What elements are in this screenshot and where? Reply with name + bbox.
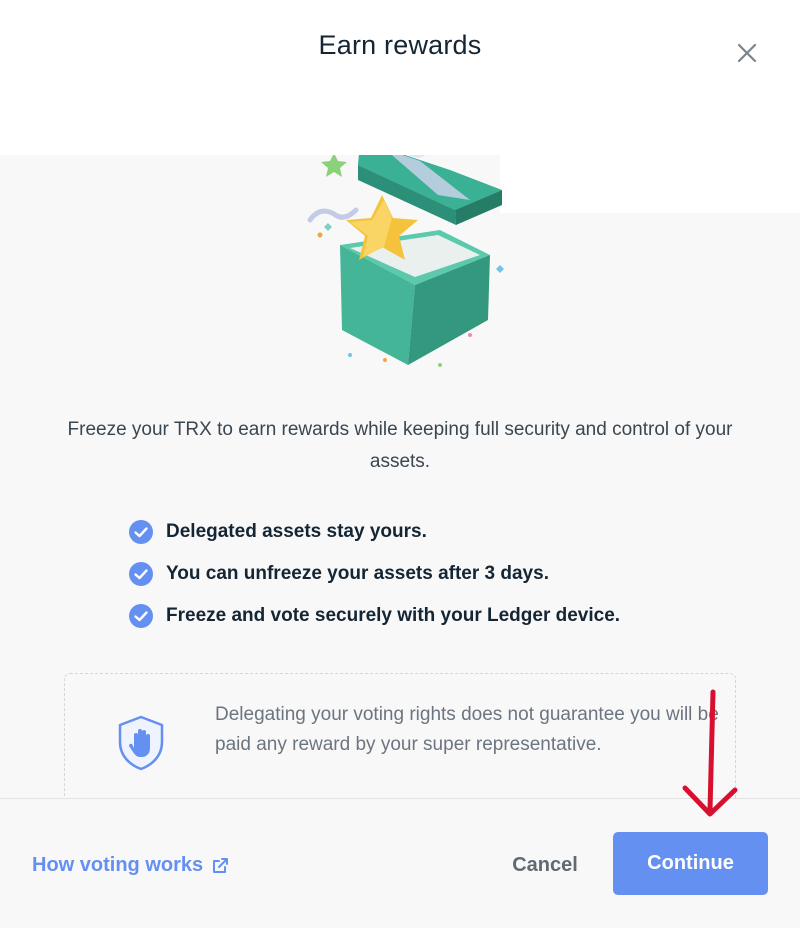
continue-button[interactable]: Continue xyxy=(613,832,768,895)
benefits-list: Delegated assets stay yours. You can unf… xyxy=(128,511,620,637)
modal-header: Earn rewards xyxy=(0,0,800,155)
disclaimer-text: Delegating your voting rights does not g… xyxy=(215,704,719,755)
modal-body: Freeze your TRX to earn rewards while ke… xyxy=(0,155,800,800)
body-top-notch xyxy=(500,155,800,213)
how-voting-works-link[interactable]: How voting works xyxy=(32,854,229,877)
list-item: Delegated assets stay yours. xyxy=(128,511,620,553)
check-circle-icon xyxy=(129,520,153,544)
cancel-button[interactable]: Cancel xyxy=(502,837,588,893)
check-circle-icon xyxy=(129,604,153,628)
close-button[interactable] xyxy=(730,36,764,70)
list-item-text: You can unfreeze your assets after 3 day… xyxy=(166,563,549,584)
intro-text: Freeze your TRX to earn rewards while ke… xyxy=(67,419,733,472)
gift-illustration xyxy=(307,155,504,367)
list-item: You can unfreeze your assets after 3 day… xyxy=(128,553,620,595)
earn-rewards-modal: Earn rewards Freeze your TRX to earn rew… xyxy=(0,0,800,928)
disclaimer-box: Delegating your voting rights does not g… xyxy=(64,673,736,800)
link-label: How voting works xyxy=(32,854,204,876)
external-link-icon xyxy=(213,857,229,873)
modal-title: Earn rewards xyxy=(318,30,482,60)
shield-hand-icon xyxy=(118,715,164,771)
list-item-text: Delegated assets stay yours. xyxy=(166,521,427,542)
close-icon xyxy=(737,43,757,63)
modal-footer: How voting works Cancel Continue xyxy=(0,799,800,928)
list-item-text: Freeze and vote securely with your Ledge… xyxy=(166,605,621,626)
check-circle-icon xyxy=(129,562,153,586)
list-item: Freeze and vote securely with your Ledge… xyxy=(128,595,620,637)
